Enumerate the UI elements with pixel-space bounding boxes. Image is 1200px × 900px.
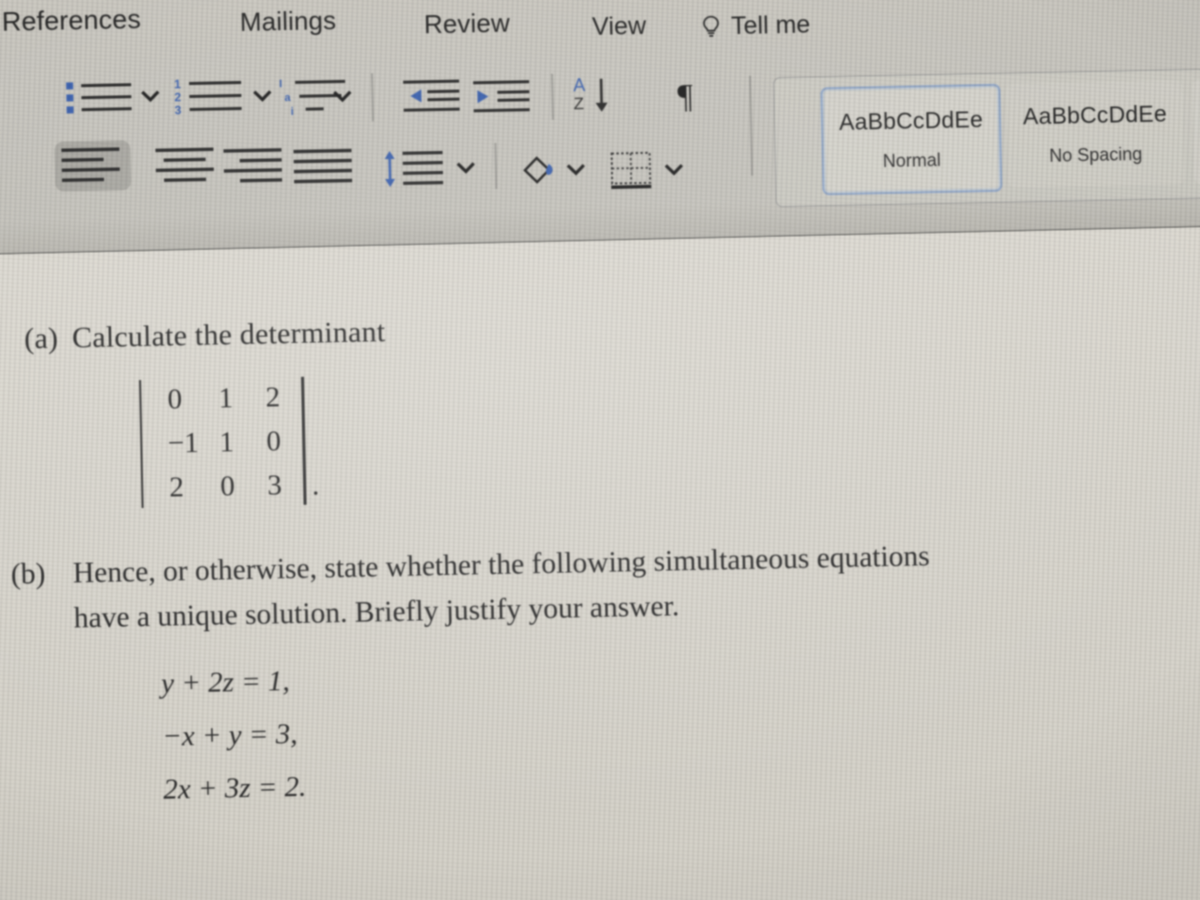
question-a-marker: (a) xyxy=(23,321,59,356)
svg-text:A: A xyxy=(573,75,585,95)
screenshot-root: References Mailings Review View Tell me xyxy=(0,0,1200,900)
decrease-indent-button[interactable] xyxy=(401,76,464,119)
matrix-cell: 3 xyxy=(267,469,283,502)
question-a-heading: (a) Calculate the determinant xyxy=(24,315,386,356)
matrix-cell: 1 xyxy=(218,382,234,415)
shading-button[interactable] xyxy=(518,147,565,194)
question-a-text: Calculate the determinant xyxy=(71,315,386,355)
style-preview-text: AaBbCcDdEe xyxy=(838,106,984,135)
style-preview-text: AaBbCcDdEe xyxy=(1022,100,1168,130)
equation-system: y + 2z = 1, −x + y = 3, 2x + 3z = 2. xyxy=(161,655,307,816)
decrease-indent-icon xyxy=(403,79,460,112)
style-item-no-spacing[interactable]: AaBbCcDdEe No Spacing xyxy=(1006,80,1185,188)
svg-text:I: I xyxy=(279,78,282,90)
ui-content: References Mailings Review View Tell me xyxy=(0,0,1200,900)
tell-me-label: Tell me xyxy=(730,10,811,41)
svg-text:i: i xyxy=(291,106,294,118)
equation-line: 2x + 3z = 2. xyxy=(162,770,307,806)
styles-gallery: AaBbCcDdEe Normal AaBbCcDdEe No Spacing … xyxy=(773,68,1200,208)
align-left-icon xyxy=(61,147,120,182)
determinant-matrix: 0 1 2 −1 1 0 2 0 3 xyxy=(143,375,302,510)
matrix-cell: 0 xyxy=(167,383,183,416)
borders-icon xyxy=(610,151,652,189)
multilevel-list-dropdown-chevron-icon[interactable] xyxy=(331,88,353,104)
svg-text:Z: Z xyxy=(573,94,584,113)
matrix-cell: 1 xyxy=(219,426,235,459)
sort-button[interactable]: A Z xyxy=(573,72,630,125)
group-separator-2 xyxy=(550,73,554,120)
pilcrow-icon: ¶ xyxy=(677,78,694,115)
matrix-cell: 2 xyxy=(169,471,185,504)
bulleted-list-dropdown-chevron-icon[interactable] xyxy=(139,88,161,104)
numbered-list-button[interactable]: 1 2 3 xyxy=(173,74,250,122)
justify-button[interactable] xyxy=(290,144,359,191)
document-body: (a) Calculate the determinant 0 1 2 −1 1 … xyxy=(4,217,1200,900)
style-item-normal[interactable]: AaBbCcDdEe Normal xyxy=(820,83,1003,196)
increase-indent-icon xyxy=(473,80,530,113)
equation-line: −x + y = 3, xyxy=(161,717,298,753)
tell-me-search[interactable]: Tell me xyxy=(700,11,811,42)
shading-paint-bucket-icon xyxy=(523,156,553,184)
svg-text:3: 3 xyxy=(174,103,181,117)
justify-icon xyxy=(293,148,353,184)
matrix-cell: 0 xyxy=(220,470,236,503)
borders-button[interactable] xyxy=(606,148,659,197)
style-name-label: Normal xyxy=(882,149,941,172)
line-spacing-dropdown-chevron-icon[interactable] xyxy=(455,159,477,175)
align-right-button[interactable] xyxy=(220,143,289,190)
bulleted-list-button[interactable] xyxy=(63,74,140,122)
matrix-cell: 0 xyxy=(266,425,282,458)
style-item-heading-1[interactable]: A xyxy=(1192,76,1200,184)
tab-mailings[interactable]: Mailings xyxy=(240,5,337,38)
matrix-cell: −1 xyxy=(167,426,200,460)
lightbulb-icon xyxy=(703,15,719,37)
matrix-cell: 2 xyxy=(265,381,281,414)
increase-indent-button[interactable] xyxy=(471,76,534,119)
line-spacing-button[interactable] xyxy=(380,146,449,193)
tab-review[interactable]: Review xyxy=(424,8,510,41)
align-center-icon xyxy=(155,147,214,182)
group-separator-4 xyxy=(749,75,754,176)
align-left-button[interactable] xyxy=(58,142,127,189)
shading-dropdown-chevron-icon[interactable] xyxy=(565,161,587,177)
line-spacing-icon xyxy=(384,150,444,188)
align-center-button[interactable] xyxy=(152,142,221,189)
sort-az-icon: A Z xyxy=(573,75,608,113)
tab-references[interactable]: References xyxy=(2,4,142,38)
determinant-right-bar xyxy=(301,376,307,506)
bulleted-list-icon xyxy=(66,82,132,114)
numbered-list-dropdown-chevron-icon[interactable] xyxy=(251,87,273,103)
align-right-icon xyxy=(223,148,283,183)
question-b-text: (b) Hence, or otherwise, state whether t… xyxy=(10,529,1200,643)
determinant-expression: 0 1 2 −1 1 0 2 0 3 . xyxy=(139,375,320,511)
group-separator-3 xyxy=(494,142,498,189)
numbered-list-icon: 1 2 3 xyxy=(174,77,242,117)
determinant-trailing-period: . xyxy=(311,469,320,502)
svg-text:a: a xyxy=(284,92,291,104)
style-name-label: No Spacing xyxy=(1048,143,1143,166)
tab-view[interactable]: View xyxy=(592,12,647,42)
question-b-marker: (b) xyxy=(10,558,46,591)
borders-dropdown-chevron-icon[interactable] xyxy=(663,161,685,177)
svg-text:¶: ¶ xyxy=(677,78,694,115)
show-formatting-marks-button[interactable]: ¶ xyxy=(673,73,714,120)
equation-line: y + 2z = 1, xyxy=(160,665,290,700)
group-separator-1 xyxy=(370,73,374,122)
